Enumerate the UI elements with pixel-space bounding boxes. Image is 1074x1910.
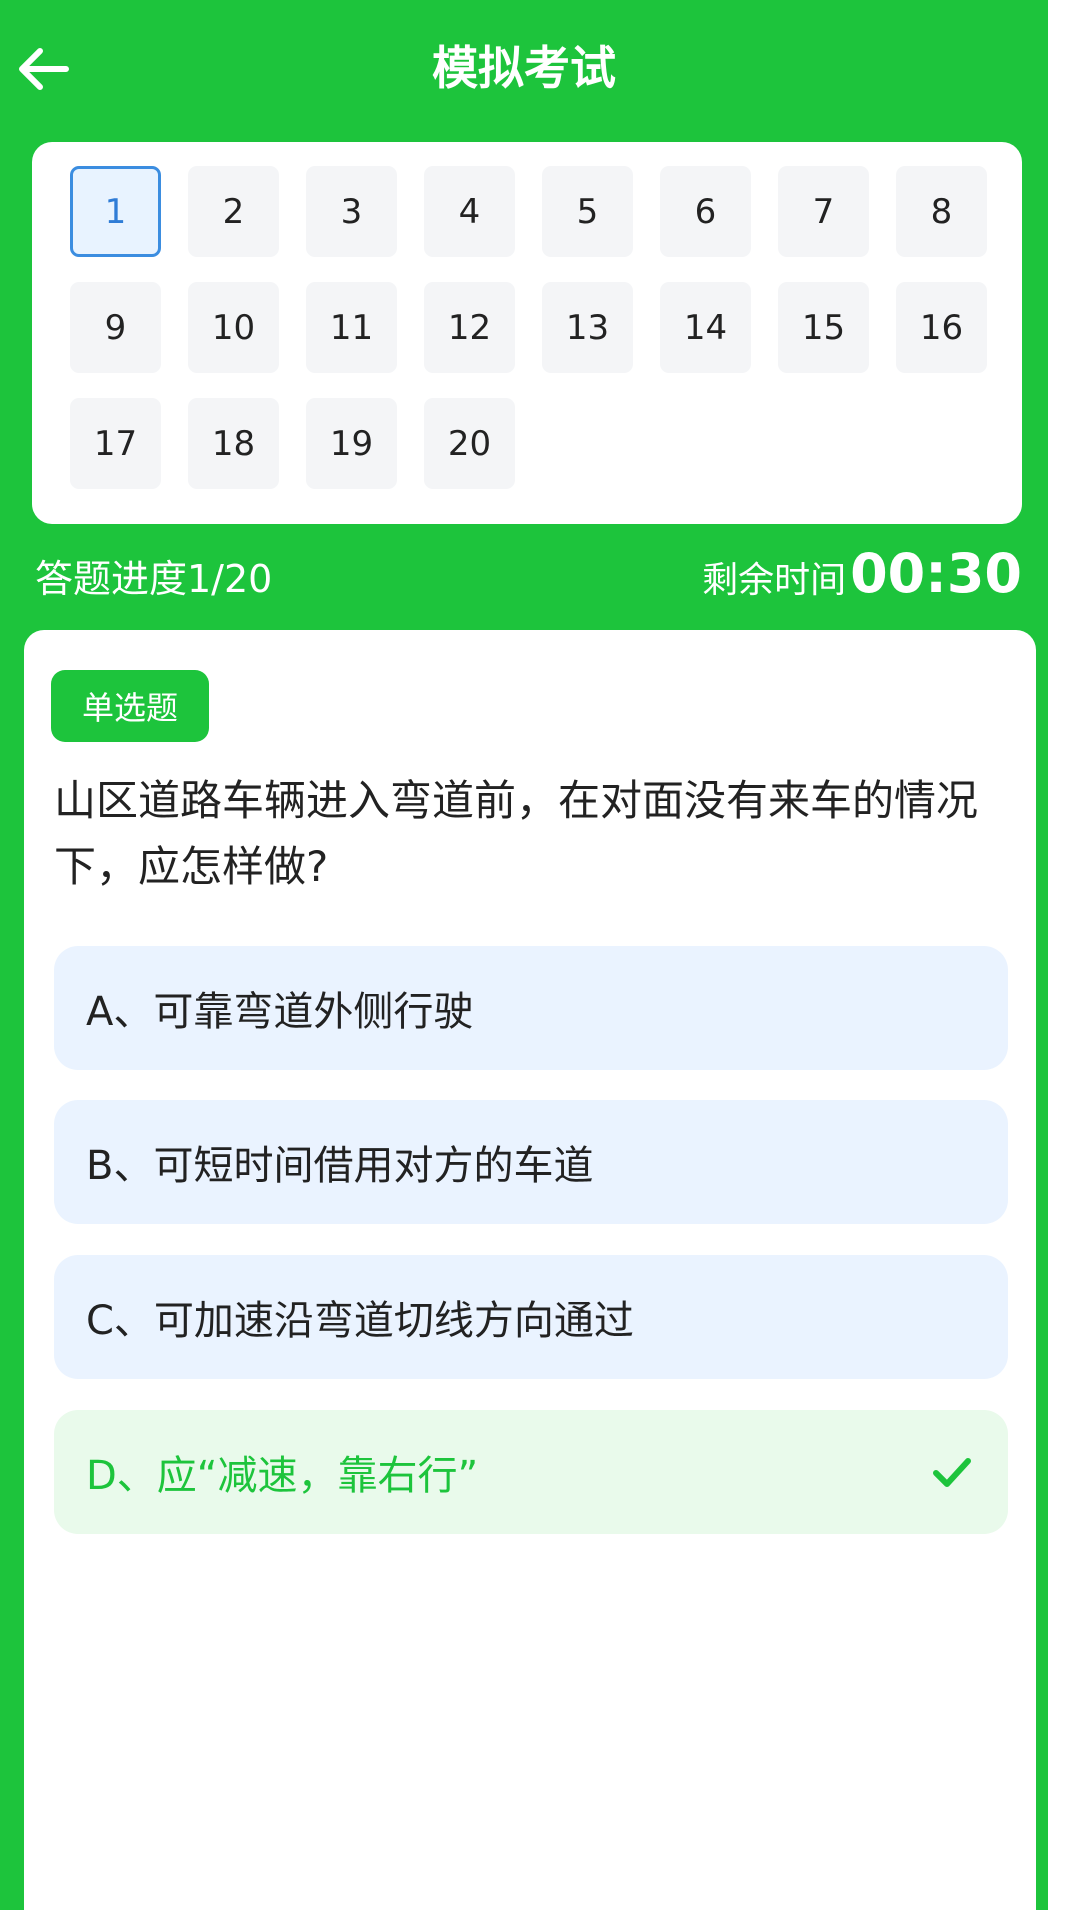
question-number-17[interactable]: 17 xyxy=(70,398,161,489)
answer-progress: 答题进度1/20 xyxy=(35,557,273,601)
question-card: 单选题 山区道路车辆进入弯道前，在对面没有来车的情况下，应怎样做? A、可靠弯道… xyxy=(24,630,1036,1910)
page-title: 模拟考试 xyxy=(432,41,616,95)
option-label: A、可靠弯道外侧行驶 xyxy=(86,989,474,1035)
question-number-8[interactable]: 8 xyxy=(896,166,987,257)
option-a[interactable]: A、可靠弯道外侧行驶 xyxy=(54,946,1008,1070)
option-c[interactable]: C、可加速沿弯道切线方向通过 xyxy=(54,1255,1008,1379)
option-label: C、可加速沿弯道切线方向通过 xyxy=(86,1298,634,1344)
question-number-13[interactable]: 13 xyxy=(542,282,633,373)
question-number-19[interactable]: 19 xyxy=(306,398,397,489)
header-bar: 模拟考试 xyxy=(0,0,1048,140)
option-label: B、可短时间借用对方的车道 xyxy=(86,1143,594,1189)
question-number-5[interactable]: 5 xyxy=(542,166,633,257)
question-number-9[interactable]: 9 xyxy=(70,282,161,373)
option-b[interactable]: B、可短时间借用对方的车道 xyxy=(54,1100,1008,1224)
question-number-12[interactable]: 12 xyxy=(424,282,515,373)
timer-value: 00:30 xyxy=(850,542,1022,605)
question-number-4[interactable]: 4 xyxy=(424,166,515,257)
question-type-badge: 单选题 xyxy=(51,670,209,742)
question-number-14[interactable]: 14 xyxy=(660,282,751,373)
question-number-20[interactable]: 20 xyxy=(424,398,515,489)
option-label: D、应“减速，靠右行” xyxy=(86,1453,479,1499)
question-number-10[interactable]: 10 xyxy=(188,282,279,373)
question-number-18[interactable]: 18 xyxy=(188,398,279,489)
timer-label: 剩余时间 xyxy=(702,560,847,601)
status-row: 答题进度1/20 剩余时间 00:30 xyxy=(0,544,1048,614)
question-number-16[interactable]: 16 xyxy=(896,282,987,373)
countdown-timer: 剩余时间 00:30 xyxy=(702,544,1022,611)
question-number-1[interactable]: 1 xyxy=(70,166,161,257)
question-number-2[interactable]: 2 xyxy=(188,166,279,257)
question-number-6[interactable]: 6 xyxy=(660,166,751,257)
checkmark-icon xyxy=(933,1458,971,1487)
question-number-15[interactable]: 15 xyxy=(778,282,869,373)
option-d[interactable]: D、应“减速，靠右行” xyxy=(54,1410,1008,1534)
question-number-7[interactable]: 7 xyxy=(778,166,869,257)
question-number-3[interactable]: 3 xyxy=(306,166,397,257)
question-navigator: 1 2 3 4 5 6 7 8 9 10 11 12 13 14 15 16 1… xyxy=(32,142,1022,524)
question-text: 山区道路车辆进入弯道前，在对面没有来车的情况下，应怎样做? xyxy=(54,776,979,891)
question-number-11[interactable]: 11 xyxy=(306,282,397,373)
exam-screen: 模拟考试 1 2 3 4 5 6 7 8 9 10 11 12 13 14 15… xyxy=(0,0,1048,1910)
